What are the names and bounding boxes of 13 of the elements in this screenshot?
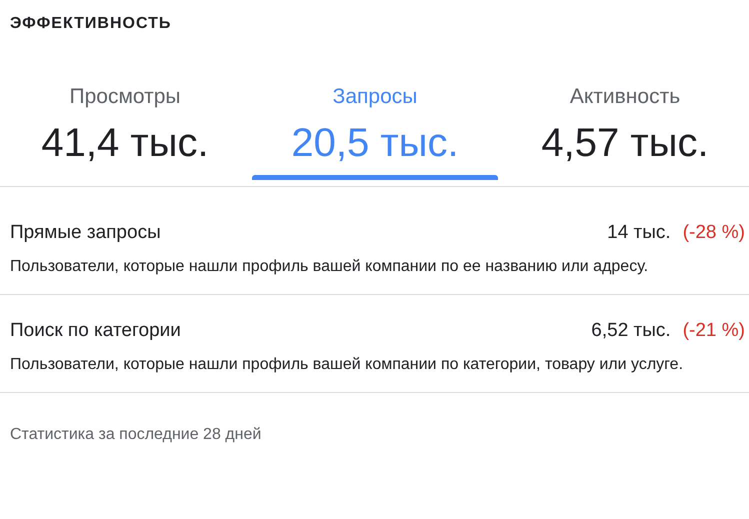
metric-value: 6,52 тыс. xyxy=(591,320,671,341)
metric-tab[interactable]: Активность 4,57 тыс. xyxy=(500,81,749,186)
metric-name: Поиск по категории xyxy=(10,318,181,343)
section-title: ЭФФЕКТИВНОСТЬ xyxy=(9,14,172,34)
metric-name: Прямые запросы xyxy=(10,220,161,245)
metric-description: Пользователи, которые нашли профиль вашей компании по категории, товару или услуге. xyxy=(10,355,684,376)
metric-change: (-21 %) xyxy=(682,320,745,341)
metric-change: (-28 %) xyxy=(682,222,745,243)
metric-tab[interactable]: Просмотры 41,4 тыс. xyxy=(0,81,250,186)
metric-tab[interactable]: Запросы 20,5 тыс. xyxy=(250,81,500,186)
metric-description: Пользователи, которые нашли профиль вашей компании по ее названию или адресу. xyxy=(10,257,650,278)
footer-note: Статистика за последние 28 дней xyxy=(9,425,262,446)
metric-value: 14 тыс. xyxy=(607,222,671,243)
